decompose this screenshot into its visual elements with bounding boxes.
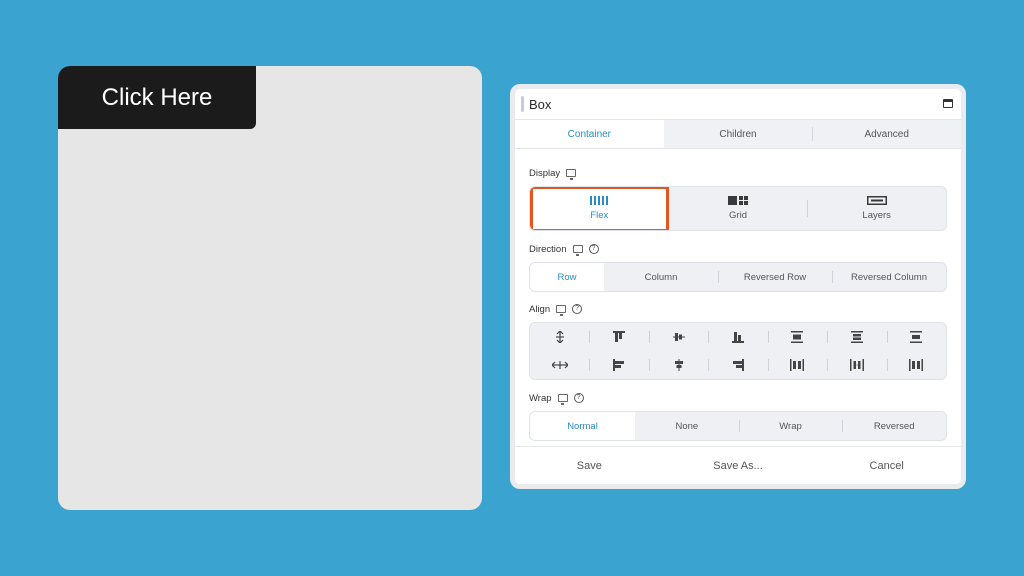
help-icon[interactable]: ? xyxy=(572,304,583,314)
align-section-label: Align ? xyxy=(529,302,947,316)
space-between-horizontal-icon xyxy=(790,359,805,371)
help-icon[interactable]: ? xyxy=(588,244,599,254)
panel-tabs: Container Children Advanced xyxy=(515,120,961,149)
click-here-button[interactable]: Click Here xyxy=(58,66,256,129)
wrap-option-normal[interactable]: Normal xyxy=(530,412,635,440)
align-space-evenly[interactable] xyxy=(886,323,946,351)
justify-stretch-horizontal[interactable] xyxy=(530,351,589,379)
direction-option-row[interactable]: Row xyxy=(530,263,604,291)
align-bottom-icon xyxy=(731,332,744,343)
align-bottom[interactable] xyxy=(708,323,767,351)
monitor-icon[interactable] xyxy=(572,245,583,256)
tab-advanced[interactable]: Advanced xyxy=(812,120,961,148)
tab-children[interactable]: Children xyxy=(664,120,813,148)
display-option-layers[interactable]: Layers xyxy=(807,187,946,230)
panel-header[interactable]: Box xyxy=(515,89,961,120)
display-selector: Flex Grid Layers xyxy=(529,186,947,231)
monitor-icon[interactable] xyxy=(557,394,568,405)
align-top-icon xyxy=(613,331,626,342)
monitor-icon[interactable] xyxy=(556,305,567,316)
justify-end[interactable] xyxy=(708,351,767,379)
wrap-section-label: Wrap ? xyxy=(529,391,947,405)
justify-start[interactable] xyxy=(589,351,648,379)
box-settings-panel: Box Container Children Advanced Display … xyxy=(510,84,966,489)
direction-option-reversed-row[interactable]: Reversed Row xyxy=(718,263,832,291)
justify-start-icon xyxy=(613,359,625,371)
direction-option-column[interactable]: Column xyxy=(604,263,718,291)
stretch-horizontal-icon xyxy=(551,361,568,369)
align-space-around[interactable] xyxy=(827,323,886,351)
layers-icon xyxy=(866,196,887,205)
panel-footer: Save Save As... Cancel xyxy=(515,446,961,484)
wrap-selector: Normal None Wrap Reversed xyxy=(529,411,947,441)
align-center-icon xyxy=(672,333,685,341)
flex-label: Flex xyxy=(590,210,609,221)
display-option-flex[interactable]: Flex xyxy=(530,187,669,230)
wrap-option-reversed[interactable]: Reversed xyxy=(842,412,946,440)
wrap-option-none[interactable]: None xyxy=(635,412,739,440)
space-around-vertical-icon xyxy=(850,331,863,343)
justify-center-icon xyxy=(674,359,683,371)
align-top[interactable] xyxy=(589,323,648,351)
space-evenly-vertical-icon xyxy=(910,331,923,343)
save-as-button[interactable]: Save As... xyxy=(664,460,813,472)
direction-section-label: Direction ? xyxy=(529,242,947,256)
drag-handle-icon[interactable] xyxy=(521,96,524,112)
align-label: Align xyxy=(529,303,551,315)
align-space-between[interactable] xyxy=(767,323,827,351)
panel-title: Box xyxy=(529,96,552,112)
display-label: Display xyxy=(529,167,561,179)
align-grid xyxy=(529,322,947,380)
save-button[interactable]: Save xyxy=(515,460,664,472)
tab-container[interactable]: Container xyxy=(515,120,664,148)
maximize-icon[interactable] xyxy=(943,99,953,108)
layers-label: Layers xyxy=(862,210,891,221)
cancel-button[interactable]: Cancel xyxy=(812,460,961,472)
preview-canvas: Click Here xyxy=(58,66,482,510)
direction-option-reversed-column[interactable]: Reversed Column xyxy=(832,263,946,291)
grid-label: Grid xyxy=(729,210,747,221)
space-evenly-horizontal-icon xyxy=(909,359,924,371)
help-icon[interactable]: ? xyxy=(573,393,584,403)
justify-space-between[interactable] xyxy=(767,351,827,379)
align-center[interactable] xyxy=(648,323,708,351)
monitor-icon[interactable] xyxy=(566,169,577,180)
display-option-grid[interactable]: Grid xyxy=(669,187,808,230)
flex-columns-icon xyxy=(590,196,609,205)
grid-icon xyxy=(728,196,748,205)
wrap-label: Wrap xyxy=(529,392,552,404)
space-between-vertical-icon xyxy=(791,331,804,343)
space-around-horizontal-icon xyxy=(849,359,864,371)
justify-center[interactable] xyxy=(648,351,708,379)
wrap-option-wrap[interactable]: Wrap xyxy=(738,412,843,440)
direction-label: Direction xyxy=(529,243,567,255)
justify-end-icon xyxy=(732,359,744,371)
align-stretch-vertical[interactable] xyxy=(530,323,589,351)
justify-space-evenly[interactable] xyxy=(886,351,946,379)
direction-selector: Row Column Reversed Row Reversed Column xyxy=(529,262,947,292)
justify-space-around[interactable] xyxy=(827,351,886,379)
display-section-label: Display xyxy=(529,166,947,180)
stretch-vertical-icon xyxy=(555,331,564,343)
